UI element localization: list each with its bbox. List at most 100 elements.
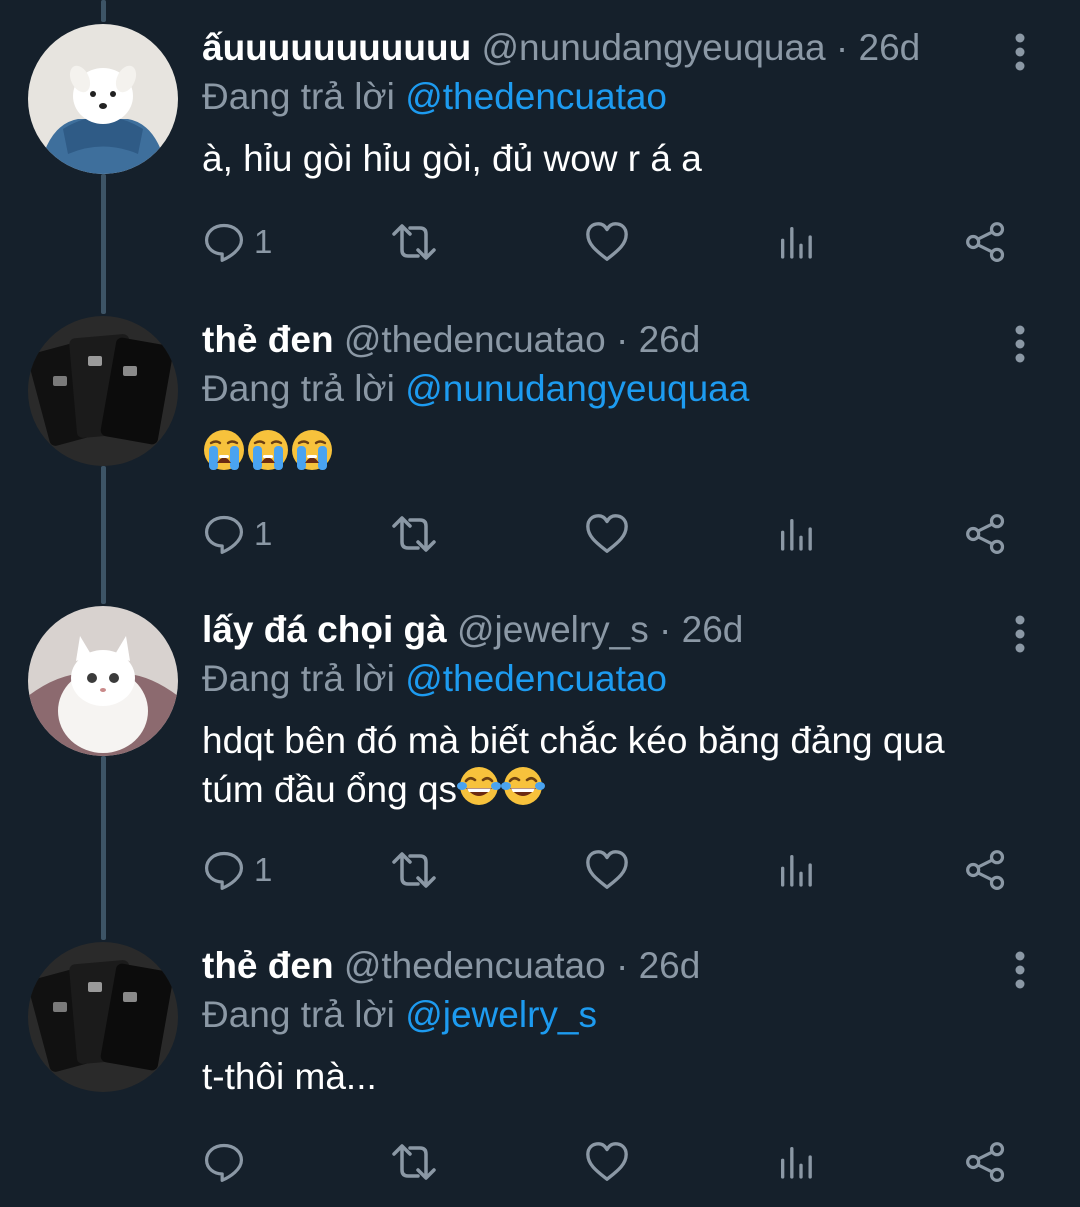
timestamp[interactable]: 26d [682,609,744,650]
speech-bubble-icon [202,512,246,556]
thread-connector [101,0,106,22]
mention-link[interactable]: @thedencuatao [405,658,667,699]
view-stats-button[interactable] [776,840,816,900]
retweet-arrows-icon [390,510,438,558]
user-handle[interactable]: @thedencuatao [344,945,606,986]
reply-button[interactable]: 1 [202,212,272,272]
replying-to-label: Đang trả lời [202,76,395,117]
separator-dot: · [615,945,629,986]
timestamp[interactable]: 26d [639,319,701,360]
loudly-crying-face-emoji [290,428,334,472]
black-cards-avatar-image [28,316,178,466]
user-handle[interactable]: @thedencuatao [344,319,606,360]
retweet-button[interactable] [390,840,438,900]
share-nodes-icon [964,220,1008,264]
replying-to-label: Đang trả lời [202,658,395,699]
view-stats-button[interactable] [776,504,816,564]
like-button[interactable] [584,504,630,564]
retweet-button[interactable] [390,504,438,564]
tweet-text: à, hỉu gòi hỉu gòi, đủ wow r á a [202,138,702,179]
tweet[interactable]: thẻ đen @thedencuatao · 26d Đang trả lời… [0,942,1080,1207]
view-stats-button[interactable] [776,212,816,272]
tweet[interactable]: lấy đá chọi gà @jewelry_s · 26d Đang trả… [0,606,1080,906]
separator-dot: · [659,609,672,650]
share-button[interactable] [964,840,1008,900]
more-options-button[interactable] [1008,32,1032,72]
tweet-header: thẻ đen @thedencuatao · 26d [202,942,1000,990]
tweet-content: thẻ đen @thedencuatao · 26d Đang trả lời… [202,316,1000,477]
replying-to: Đang trả lời @thedencuatao [202,654,1000,704]
more-options-button[interactable] [1008,614,1032,654]
white-cat-avatar-image [28,606,178,756]
avatar[interactable] [28,316,178,466]
display-name[interactable]: ấuuuuuuuuuuu [202,27,471,68]
tweet-text [202,428,1000,477]
heart-outline-icon [584,219,630,265]
reply-button[interactable]: 1 [202,504,272,564]
replying-to: Đang trả lời @jewelry_s [202,990,1000,1040]
reply-count: 1 [254,851,273,888]
white-dog-avatar-image [28,24,178,174]
bar-chart-icon [776,222,816,262]
tweet[interactable]: ấuuuuuuuuuuu @nunudangyeuquaa · 26d Đang… [0,24,1080,294]
retweet-arrows-icon [390,1138,438,1186]
more-options-button[interactable] [1008,324,1032,364]
like-button[interactable] [584,840,630,900]
face-with-tears-of-joy-emoji [501,764,545,808]
like-button[interactable] [584,212,630,272]
share-nodes-icon [964,848,1008,892]
tweet-content: ấuuuuuuuuuuu @nunudangyeuquaa · 26d Đang… [202,24,1000,182]
share-button[interactable] [964,212,1008,272]
user-handle[interactable]: @jewelry_s [457,609,649,650]
more-options-button[interactable] [1008,950,1032,990]
reply-thread: ấuuuuuuuuuuu @nunudangyeuquaa · 26d Đang… [0,0,1080,1207]
share-button[interactable] [964,504,1008,564]
display-name[interactable]: thẻ đen [202,319,334,360]
black-cards-avatar-image [28,942,178,1092]
heart-outline-icon [584,511,630,557]
tweet-content: thẻ đen @thedencuatao · 26d Đang trả lời… [202,942,1000,1100]
view-stats-button[interactable] [776,1132,816,1192]
bar-chart-icon [776,1142,816,1182]
user-handle[interactable]: @nunudangyeuquaa [481,27,825,68]
tweet-actions: 1 [202,504,1022,564]
mention-link[interactable]: @thedencuatao [405,76,667,117]
timestamp[interactable]: 26d [859,27,921,68]
bar-chart-icon [776,850,816,890]
retweet-button[interactable] [390,1132,438,1192]
replying-to: Đang trả lời @thedencuatao [202,72,1000,122]
avatar[interactable] [28,24,178,174]
vertical-dots-icon [1008,950,1032,990]
heart-outline-icon [584,847,630,893]
display-name[interactable]: lấy đá chọi gà [202,609,447,650]
reply-button[interactable] [202,1132,254,1192]
tweet-text: hdqt bên đó mà biết chắc kéo băng đảng q… [202,718,1000,813]
timestamp[interactable]: 26d [639,945,701,986]
vertical-dots-icon [1008,614,1032,654]
tweet-header: lấy đá chọi gà @jewelry_s · 26d [202,606,1000,654]
like-button[interactable] [584,1132,630,1192]
avatar[interactable] [28,606,178,756]
share-nodes-icon [964,1140,1008,1184]
mention-link[interactable]: @nunudangyeuquaa [405,368,749,409]
share-button[interactable] [964,1132,1008,1192]
loudly-crying-face-emoji [202,428,246,472]
separator-dot: · [835,27,849,68]
tweet-actions: 1 [202,212,1022,272]
mention-link[interactable]: @jewelry_s [405,994,597,1035]
share-nodes-icon [964,512,1008,556]
tweet-header: thẻ đen @thedencuatao · 26d [202,316,1000,364]
tweet-content: lấy đá chọi gà @jewelry_s · 26d Đang trả… [202,606,1000,813]
face-with-tears-of-joy-emoji [457,764,501,808]
vertical-dots-icon [1008,32,1032,72]
speech-bubble-icon [202,848,246,892]
speech-bubble-icon [202,1140,246,1184]
avatar[interactable] [28,942,178,1092]
tweet[interactable]: thẻ đen @thedencuatao · 26d Đang trả lời… [0,316,1080,586]
tweet-actions [202,1132,1022,1192]
display-name[interactable]: thẻ đen [202,945,334,986]
replying-to: Đang trả lời @nunudangyeuquaa [202,364,1000,414]
loudly-crying-face-emoji [246,428,290,472]
retweet-button[interactable] [390,212,438,272]
reply-button[interactable]: 1 [202,840,272,900]
